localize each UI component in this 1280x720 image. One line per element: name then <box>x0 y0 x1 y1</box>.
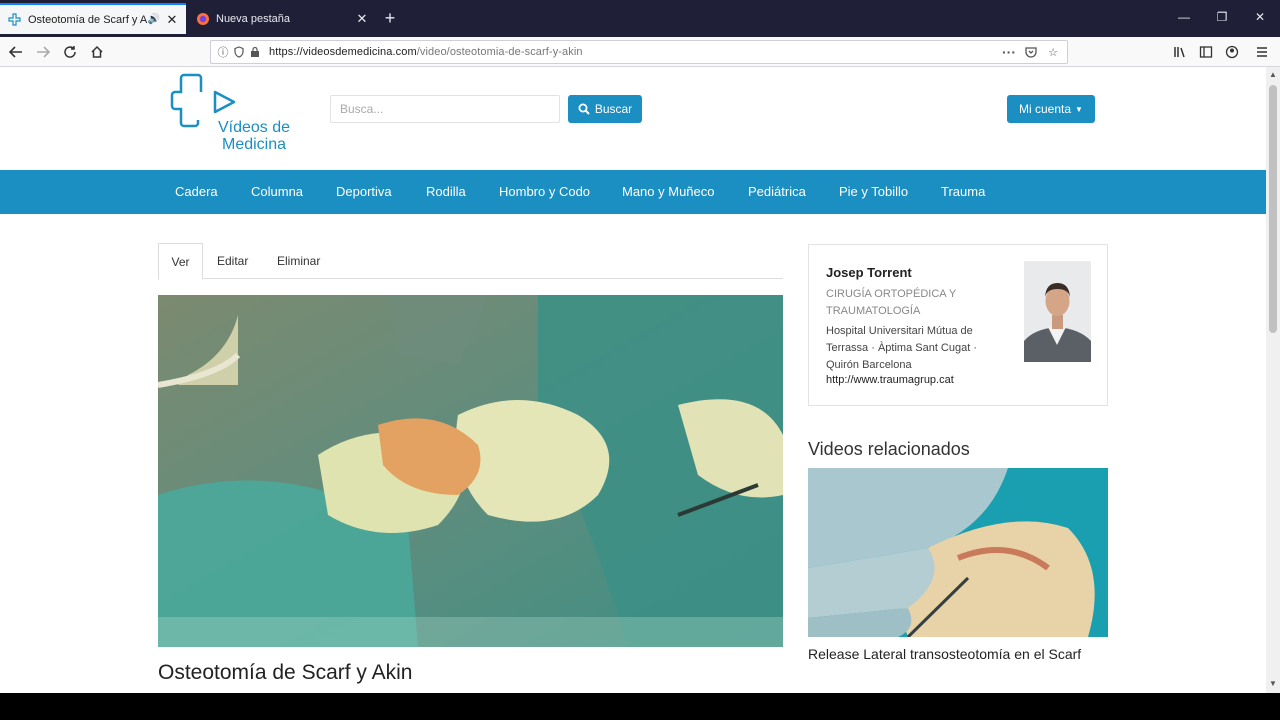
search-icon <box>578 103 590 115</box>
logo-line-2: Medicina <box>221 136 287 153</box>
account-icon[interactable] <box>1222 42 1242 62</box>
browser-tab-active[interactable]: Osteotomía de Scarf y Akin 🔊 ✕ <box>0 3 186 34</box>
nav-item-pediatrica[interactable]: Pediátrica <box>748 170 806 214</box>
scrollbar-thumb[interactable] <box>1269 85 1277 333</box>
sidebar-icon[interactable] <box>1196 42 1216 62</box>
nav-item-trauma[interactable]: Trauma <box>941 170 985 214</box>
reload-icon[interactable] <box>60 42 80 62</box>
taskbar <box>0 693 1280 720</box>
account-button-label: Mi cuenta <box>1019 102 1072 116</box>
nav-item-columna[interactable]: Columna <box>251 170 303 214</box>
author-card: Josep Torrent CIRUGÍA ORTOPÉDICA Y TRAUM… <box>808 244 1108 406</box>
related-video-title[interactable]: Release Lateral transosteotomía en el Sc… <box>808 646 1108 663</box>
site-logo[interactable]: Vídeos de Medicina <box>170 72 300 153</box>
url-text: https://videosdemedicina.com/video/osteo… <box>269 46 583 58</box>
logo-text: Vídeos de Medicina <box>216 119 292 153</box>
tab-editar[interactable]: Editar <box>217 243 248 279</box>
tab-eliminar[interactable]: Eliminar <box>277 243 320 279</box>
content-tabs: Ver Editar Eliminar <box>158 243 783 280</box>
browser-nav-bar: ⓘ https://videosdemedicina.com/video/ost… <box>0 37 1280 67</box>
new-tab-icon[interactable]: + <box>380 8 400 28</box>
close-window-icon[interactable]: ✕ <box>1250 10 1270 24</box>
lock-icon[interactable] <box>247 44 263 60</box>
nav-item-mano-muneco[interactable]: Mano y Muñeco <box>622 170 715 214</box>
close-tab-icon[interactable]: ✕ <box>164 12 180 28</box>
url-bar[interactable]: ⓘ https://videosdemedicina.com/video/ost… <box>210 40 1068 64</box>
video-frame <box>158 295 783 647</box>
browser-tab-bar: Osteotomía de Scarf y Akin 🔊 ✕ Nueva pes… <box>0 0 1280 37</box>
info-icon[interactable]: ⓘ <box>215 44 231 60</box>
tab-title: Osteotomía de Scarf y Akin <box>28 13 148 26</box>
account-dropdown-button[interactable]: Mi cuenta ▼ <box>1007 95 1095 123</box>
nav-item-cadera[interactable]: Cadera <box>175 170 218 214</box>
related-video-thumbnail[interactable] <box>808 468 1108 637</box>
nav-item-pie-tobillo[interactable]: Pie y Tobillo <box>839 170 908 214</box>
shield-icon[interactable] <box>231 44 247 60</box>
restore-icon[interactable]: ❐ <box>1212 10 1232 24</box>
tab-title: Nueva pestaña <box>216 13 290 25</box>
page-scrollbar[interactable]: ▲ ▼ <box>1266 67 1280 693</box>
related-videos-heading: Videos relacionados <box>808 439 970 459</box>
url-domain: https://videosdemedicina.com <box>269 46 417 58</box>
firefox-icon <box>197 13 209 25</box>
browser-tab-inactive[interactable]: Nueva pestaña ✕ <box>188 4 376 34</box>
author-website-link[interactable]: http://www.traumagrup.cat <box>826 374 954 386</box>
url-path: /video/osteotomia-de-scarf-y-akin <box>416 46 583 58</box>
minimize-icon[interactable]: — <box>1174 10 1194 24</box>
author-name[interactable]: Josep Torrent <box>826 265 912 280</box>
author-specialty: CIRUGÍA ORTOPÉDICA Y TRAUMATOLOGÍA <box>826 288 957 317</box>
nav-item-hombro-codo[interactable]: Hombro y Codo <box>499 170 590 214</box>
author-photo <box>1024 261 1091 362</box>
search-button[interactable]: Buscar <box>568 95 642 123</box>
search-input[interactable] <box>330 95 560 123</box>
menu-icon[interactable] <box>1252 42 1272 62</box>
bookmark-star-icon[interactable]: ☆ <box>1045 44 1061 60</box>
video-title: Osteotomía de Scarf y Akin <box>158 661 413 684</box>
author-hospitals: Hospital Universitari Mútua de Terrassa … <box>826 325 978 371</box>
scroll-down-icon[interactable]: ▼ <box>1269 679 1277 688</box>
site-favicon-icon <box>8 12 21 26</box>
caret-down-icon: ▼ <box>1075 104 1083 114</box>
scroll-up-icon[interactable]: ▲ <box>1269 70 1277 79</box>
video-player[interactable] <box>158 295 783 647</box>
tab-ver[interactable]: Ver <box>158 243 203 280</box>
page-actions-icon[interactable]: ··· <box>1001 44 1017 60</box>
home-icon[interactable] <box>87 42 107 62</box>
forward-icon[interactable] <box>33 42 53 62</box>
close-tab-icon[interactable]: ✕ <box>354 11 370 27</box>
nav-item-deportiva[interactable]: Deportiva <box>336 170 392 214</box>
search-button-label: Buscar <box>594 102 633 116</box>
nav-item-rodilla[interactable]: Rodilla <box>426 170 466 214</box>
pocket-icon[interactable] <box>1023 44 1039 60</box>
back-icon[interactable] <box>6 42 26 62</box>
library-icon[interactable] <box>1170 42 1190 62</box>
logo-line-1: Vídeos de <box>217 119 291 136</box>
speaker-icon[interactable]: 🔊 <box>148 14 160 25</box>
main-navigation: Cadera Columna Deportiva Rodilla Hombro … <box>0 170 1266 214</box>
web-page: Vídeos de Medicina Buscar Mi cuenta ▼ Ca… <box>0 67 1266 693</box>
